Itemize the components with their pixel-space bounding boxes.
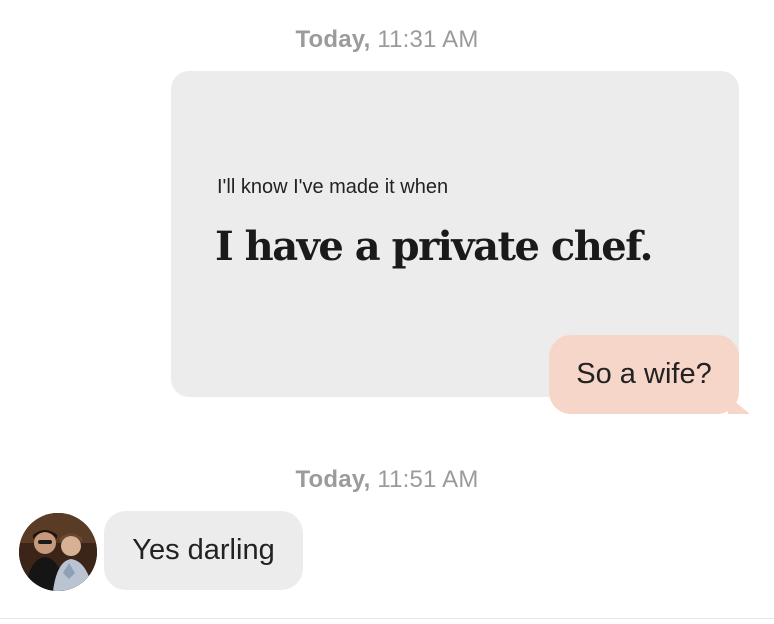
chat-thread: Today, 11:31 AM I'll know I've made it w… <box>0 0 774 624</box>
timestamp-day: Today, <box>295 26 371 53</box>
timestamp-day: Today, <box>295 466 371 493</box>
prompt-question: I'll know I've made it when <box>217 176 449 198</box>
outgoing-message-text: So a wife? <box>576 358 712 390</box>
outgoing-message-bubble[interactable]: So a wife? <box>549 335 739 414</box>
timestamp-time: 11:31 AM <box>377 26 479 53</box>
divider <box>0 618 774 619</box>
incoming-message-bubble[interactable]: Yes darling <box>104 511 303 590</box>
timestamp-time: 11:51 AM <box>377 466 479 493</box>
prompt-answer: I have a private chef. <box>215 223 653 270</box>
message-timestamp: Today, 11:51 AM <box>0 466 774 494</box>
message-timestamp: Today, 11:31 AM <box>0 26 774 54</box>
incoming-message-text: Yes darling <box>132 534 275 566</box>
outgoing-bubble-tail <box>728 396 750 414</box>
profile-photo-icon <box>19 513 97 591</box>
avatar[interactable] <box>19 513 97 591</box>
